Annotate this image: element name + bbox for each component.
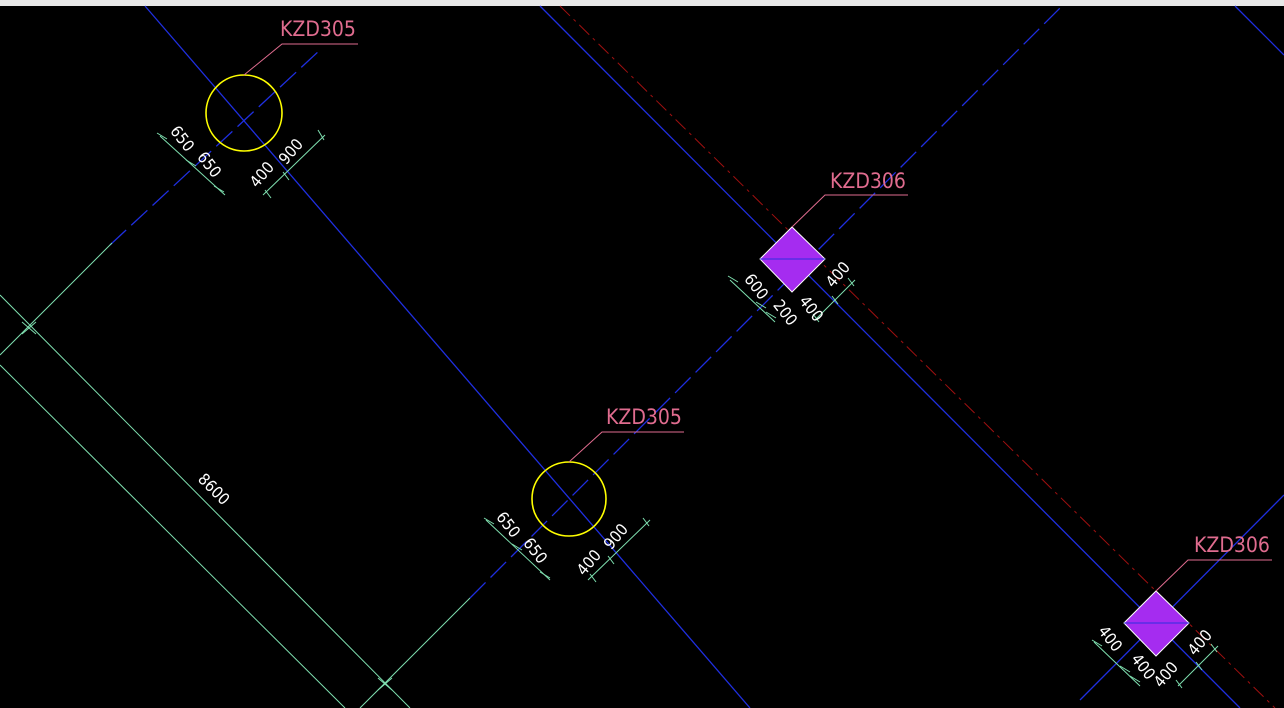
- top-border-strip: [0, 0, 1284, 6]
- drawing-background: [0, 0, 1284, 708]
- column-tag: KZD305: [606, 405, 682, 429]
- column-tag: KZD305: [280, 17, 356, 41]
- cad-drawing-canvas[interactable]: 8600 KZD305 650 650 400 900 KZD306 600 2…: [0, 0, 1284, 708]
- column-tag: KZD306: [830, 169, 906, 193]
- column-tag: KZD306: [1194, 533, 1270, 557]
